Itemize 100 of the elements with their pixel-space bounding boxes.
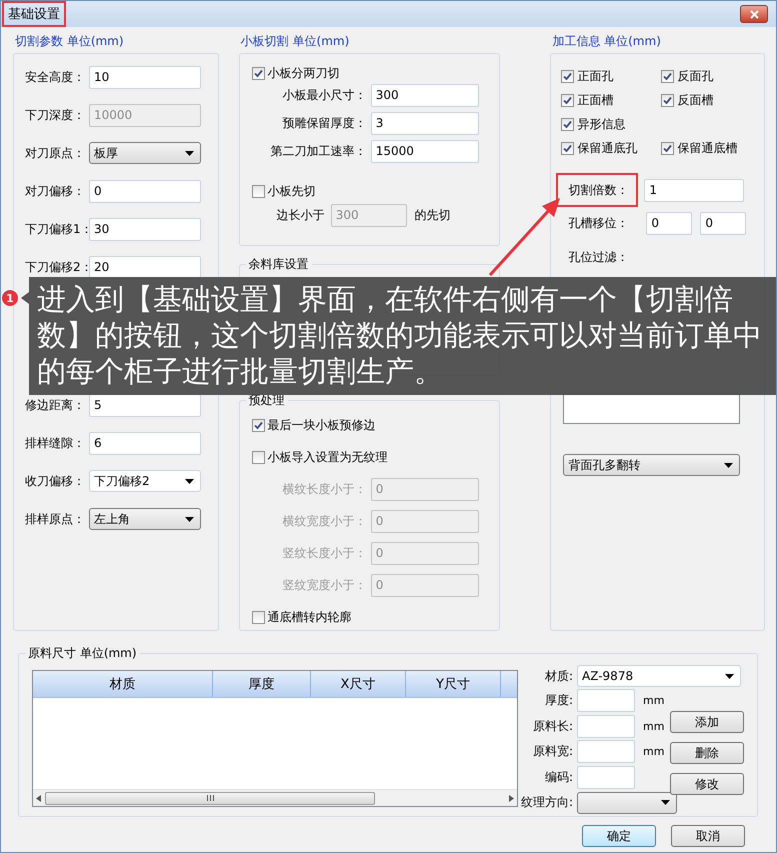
input-field[interactable]: 0 <box>700 212 746 234</box>
field-label: 材质: <box>544 668 574 684</box>
checkbox[interactable] <box>661 94 674 106</box>
checkbox-label: 反面槽 <box>677 92 714 108</box>
left-arrow-icon <box>36 794 41 802</box>
checkbox[interactable] <box>661 70 674 82</box>
checkbox[interactable] <box>561 118 574 130</box>
caret-icon <box>725 674 734 678</box>
checkbox-label: 小板先切 <box>268 182 316 200</box>
field-label: 孔位过滤： <box>568 248 628 266</box>
checkbox-label: 小板导入设置为无纹理 <box>268 448 388 466</box>
field-label: 下刀偏移2： <box>24 258 89 276</box>
check-icon <box>563 72 572 80</box>
dialog-button[interactable]: 取消 <box>671 825 745 847</box>
action-button[interactable]: 修改 <box>670 773 744 795</box>
grip-icon <box>206 795 214 801</box>
check-icon <box>663 96 672 104</box>
step-badge: 1 <box>1 289 19 307</box>
action-button[interactable]: 删除 <box>670 742 744 764</box>
dropdown[interactable] <box>577 792 677 814</box>
dropdown[interactable]: 背面孔多翻转 <box>563 454 740 476</box>
input-field[interactable]: 6 <box>89 432 201 454</box>
group-title: 切割参数 单位(mm) <box>14 33 125 50</box>
window-title: 基础设置 <box>2 1 66 27</box>
field-label: 原料长: <box>532 718 574 735</box>
field-label: 厚度: <box>544 692 574 710</box>
field-label: 原料宽: <box>532 743 574 760</box>
checkbox-label: 通底槽转内轮廓 <box>268 608 352 626</box>
field-label: 收刀偏移： <box>24 472 86 490</box>
group-title: 加工信息 单位(mm) <box>551 33 662 50</box>
group-title: 小板切割 单位(mm) <box>240 33 350 50</box>
input-field[interactable] <box>577 766 635 789</box>
field-label: 竖纹长度小于： <box>282 544 368 562</box>
input-field[interactable] <box>577 689 635 712</box>
dropdown[interactable]: 左上角 <box>89 508 201 530</box>
input-field[interactable]: 1 <box>644 178 744 202</box>
input-field[interactable]: 30 <box>89 218 201 240</box>
checkbox-label: 正面孔 <box>577 68 614 84</box>
input-field[interactable]: 3 <box>370 112 479 134</box>
column-header[interactable]: 材质 <box>33 671 213 697</box>
checkbox-label: 保留通底槽 <box>677 140 738 156</box>
group-title: 预处理 <box>248 392 286 409</box>
checkbox[interactable] <box>252 418 265 432</box>
field-label: 下刀深度： <box>24 106 86 124</box>
field-label: 纹理方向: <box>520 794 574 812</box>
checkbox[interactable] <box>561 70 574 82</box>
checkbox-label: 保留通底孔 <box>577 140 638 156</box>
field-label: 边长小于 <box>276 206 325 224</box>
field-label: 排样原点： <box>24 510 86 528</box>
checkbox[interactable] <box>252 450 265 464</box>
close-icon <box>750 10 758 18</box>
field-label: 切割倍数： <box>556 173 638 207</box>
checkbox[interactable] <box>252 66 265 80</box>
field-label: 下刀偏移1： <box>24 220 89 238</box>
input-field[interactable]: 20 <box>89 256 201 278</box>
check-icon <box>254 68 263 78</box>
caret-icon <box>185 478 194 484</box>
dropdown[interactable]: 下刀偏移2 <box>89 470 201 492</box>
checkbox-label: 最后一块小板预修边 <box>268 416 376 434</box>
dropdown[interactable]: 板厚 <box>89 142 201 164</box>
field-label: 预雕保留厚度： <box>282 114 368 132</box>
field-label: 横纹长度小于： <box>282 480 368 498</box>
input-field[interactable]: 5 <box>89 394 201 416</box>
list-box[interactable] <box>563 394 740 424</box>
unit-label: mm <box>643 745 664 758</box>
checkbox[interactable] <box>561 142 574 154</box>
checkbox-label: 小板分两刀切 <box>268 64 340 82</box>
column-header[interactable]: Y尺寸 <box>406 671 501 697</box>
unit-label: mm <box>643 694 664 708</box>
input-field[interactable]: 10 <box>89 66 201 88</box>
checkbox[interactable] <box>661 142 674 154</box>
field-label: 对刀偏移： <box>24 182 86 200</box>
field-label: 对刀原点： <box>24 144 86 162</box>
annotation-text: 进入到【基础设置】界面，在软件右侧有一个【切割倍数】的按钮，这个切割倍数的功能表示可以对当前订单中的每个柜子进行批量切割生产。 <box>37 281 763 389</box>
unit-label: mm <box>643 720 664 733</box>
scrollbar[interactable] <box>33 789 517 806</box>
right-arrow-icon <box>509 794 514 802</box>
caret-icon <box>661 800 670 806</box>
close-button[interactable] <box>740 5 768 23</box>
checkbox[interactable] <box>561 94 574 106</box>
input-field[interactable] <box>577 714 635 738</box>
checkbox[interactable] <box>252 184 265 198</box>
checkbox-label: 异形信息 <box>577 116 626 132</box>
input-field[interactable] <box>577 740 635 764</box>
column-header[interactable]: X尺寸 <box>311 671 406 697</box>
dialog-button[interactable]: 确定 <box>582 825 656 847</box>
input-field[interactable]: 0 <box>646 212 692 234</box>
input-field[interactable]: 15000 <box>370 140 479 162</box>
group-title: 原料尺寸 单位(mm) <box>27 645 138 662</box>
checkbox-label: 正面槽 <box>577 92 614 108</box>
check-icon <box>563 120 572 128</box>
caret-icon <box>185 516 194 522</box>
field-label: 第二刀加工速率： <box>270 142 368 160</box>
field-label: 竖纹宽度小于： <box>282 576 368 594</box>
dropdown[interactable]: AZ-9878 <box>577 665 741 687</box>
input-field[interactable]: 0 <box>89 180 201 202</box>
action-button[interactable]: 添加 <box>670 711 744 733</box>
column-header[interactable]: 厚度 <box>213 671 311 697</box>
checkbox[interactable] <box>252 610 265 624</box>
input-field[interactable]: 300 <box>370 84 479 106</box>
